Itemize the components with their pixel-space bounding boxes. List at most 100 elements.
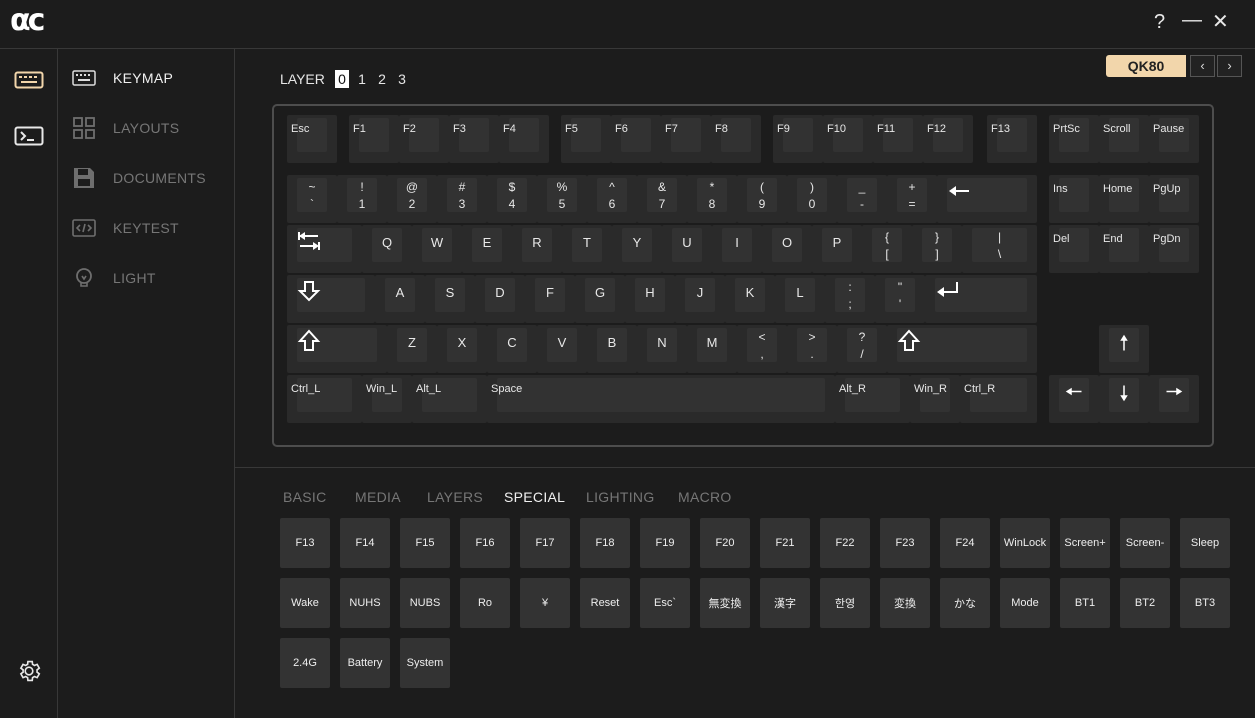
key-pgdn[interactable]: PgDn	[1149, 225, 1199, 273]
sidebar-item-light[interactable]: LIGHT	[58, 258, 234, 298]
key-f9[interactable]: F9	[773, 115, 823, 163]
palette-key-mode[interactable]: Mode	[1000, 578, 1050, 628]
key-arrow-right[interactable]	[1149, 375, 1199, 423]
prev-device-button[interactable]: ‹	[1190, 55, 1215, 77]
key-f13[interactable]: F13	[987, 115, 1037, 163]
close-button[interactable]: ✕	[1212, 12, 1229, 32]
palette-key-2-4g[interactable]: 2.4G	[280, 638, 330, 688]
key-i[interactable]: I	[712, 225, 762, 273]
key-f6[interactable]: F6	[611, 115, 661, 163]
key-f8[interactable]: F8	[711, 115, 761, 163]
key-f5[interactable]: F5	[561, 115, 611, 163]
key-sym[interactable]: {[	[862, 225, 912, 273]
key-sym[interactable]: :;	[825, 275, 875, 323]
key-left-shift[interactable]	[287, 325, 387, 373]
palette-key-screen[interactable]: Screen-	[1120, 518, 1170, 568]
key-caps-lock[interactable]	[287, 275, 375, 323]
tab-macro[interactable]: MACRO	[678, 489, 732, 505]
key-s[interactable]: S	[425, 275, 475, 323]
sidebar-item-documents[interactable]: DOCUMENTS	[58, 158, 234, 198]
palette-key-reset[interactable]: Reset	[580, 578, 630, 628]
key-ctrl-l[interactable]: Ctrl_L	[287, 375, 362, 423]
key-c[interactable]: C	[487, 325, 537, 373]
next-device-button[interactable]: ›	[1217, 55, 1242, 77]
key-q[interactable]: Q	[362, 225, 412, 273]
key-alt-l[interactable]: Alt_L	[412, 375, 487, 423]
palette-key-bt2[interactable]: BT2	[1120, 578, 1170, 628]
tab-special[interactable]: SPECIAL	[504, 489, 565, 505]
model-badge[interactable]: QK80	[1106, 55, 1186, 77]
palette-key-bt3[interactable]: BT3	[1180, 578, 1230, 628]
key-sym[interactable]: + =	[887, 175, 937, 223]
key-sym[interactable]: ~ `	[287, 175, 337, 223]
key-backspace[interactable]	[937, 175, 1037, 223]
key-ctrl-r[interactable]: Ctrl_R	[960, 375, 1037, 423]
key-arrow-down[interactable]	[1099, 375, 1149, 423]
key-9[interactable]: (9	[737, 175, 787, 223]
key-f[interactable]: F	[525, 275, 575, 323]
key-space[interactable]: Space	[487, 375, 835, 423]
palette-key-f21[interactable]: F21	[760, 518, 810, 568]
key-t[interactable]: T	[562, 225, 612, 273]
key-4[interactable]: $4	[487, 175, 537, 223]
key-f7[interactable]: F7	[661, 115, 711, 163]
palette-key-f16[interactable]: F16	[460, 518, 510, 568]
key-sym[interactable]: <,	[737, 325, 787, 373]
layer-1-button[interactable]: 1	[355, 70, 369, 88]
key-f2[interactable]: F2	[399, 115, 449, 163]
tab-media[interactable]: MEDIA	[355, 489, 401, 505]
key-e[interactable]: E	[462, 225, 512, 273]
key-tab[interactable]	[287, 225, 362, 273]
key-w[interactable]: W	[412, 225, 462, 273]
key-f10[interactable]: F10	[823, 115, 873, 163]
palette-key-f23[interactable]: F23	[880, 518, 930, 568]
palette-key-nubs[interactable]: NUBS	[400, 578, 450, 628]
sidebar-item-keytest[interactable]: KEYTEST	[58, 208, 234, 248]
layer-0-button[interactable]: 0	[335, 70, 349, 88]
palette-key-item-24[interactable]: 漢字	[760, 578, 810, 628]
key-f4[interactable]: F4	[499, 115, 549, 163]
key-n[interactable]: N	[637, 325, 687, 373]
layer-3-button[interactable]: 3	[395, 70, 409, 88]
key-home[interactable]: Home	[1099, 175, 1149, 223]
key-f12[interactable]: F12	[923, 115, 973, 163]
palette-key-ro[interactable]: Ro	[460, 578, 510, 628]
key-r[interactable]: R	[512, 225, 562, 273]
key-alt-r[interactable]: Alt_R	[835, 375, 910, 423]
palette-key-wake[interactable]: Wake	[280, 578, 330, 628]
key-arrow-up[interactable]	[1099, 325, 1149, 373]
key-z[interactable]: Z	[387, 325, 437, 373]
palette-key-battery[interactable]: Battery	[340, 638, 390, 688]
palette-key-system[interactable]: System	[400, 638, 450, 688]
key-sym[interactable]: | \	[962, 225, 1037, 273]
key-sym[interactable]: " '	[875, 275, 925, 323]
key-6[interactable]: ^ 6	[587, 175, 637, 223]
palette-key-sleep[interactable]: Sleep	[1180, 518, 1230, 568]
key-k[interactable]: K	[725, 275, 775, 323]
key-l[interactable]: L	[775, 275, 825, 323]
keyboard-icon[interactable]	[14, 69, 44, 91]
palette-key-winlock[interactable]: WinLock	[1000, 518, 1050, 568]
key-prtsc[interactable]: PrtSc	[1049, 115, 1099, 163]
palette-key-item-23[interactable]: 無変換	[700, 578, 750, 628]
key-sym[interactable]: _ -	[837, 175, 887, 223]
palette-key-f24[interactable]: F24	[940, 518, 990, 568]
key-pgup[interactable]: PgUp	[1149, 175, 1199, 223]
palette-key-item-27[interactable]: かな	[940, 578, 990, 628]
key-end[interactable]: End	[1099, 225, 1149, 273]
key-0[interactable]: ) 0	[787, 175, 837, 223]
key-x[interactable]: X	[437, 325, 487, 373]
key-d[interactable]: D	[475, 275, 525, 323]
key-esc[interactable]: Esc	[287, 115, 337, 163]
key-1[interactable]: ! 1	[337, 175, 387, 223]
terminal-icon[interactable]	[14, 125, 44, 147]
key-j[interactable]: J	[675, 275, 725, 323]
layer-2-button[interactable]: 2	[375, 70, 389, 88]
tab-layers[interactable]: LAYERS	[427, 489, 483, 505]
palette-key-bt1[interactable]: BT1	[1060, 578, 1110, 628]
key-scroll[interactable]: Scroll	[1099, 115, 1149, 163]
key-p[interactable]: P	[812, 225, 862, 273]
key-f1[interactable]: F1	[349, 115, 399, 163]
palette-key-f22[interactable]: F22	[820, 518, 870, 568]
key-5[interactable]: % 5	[537, 175, 587, 223]
